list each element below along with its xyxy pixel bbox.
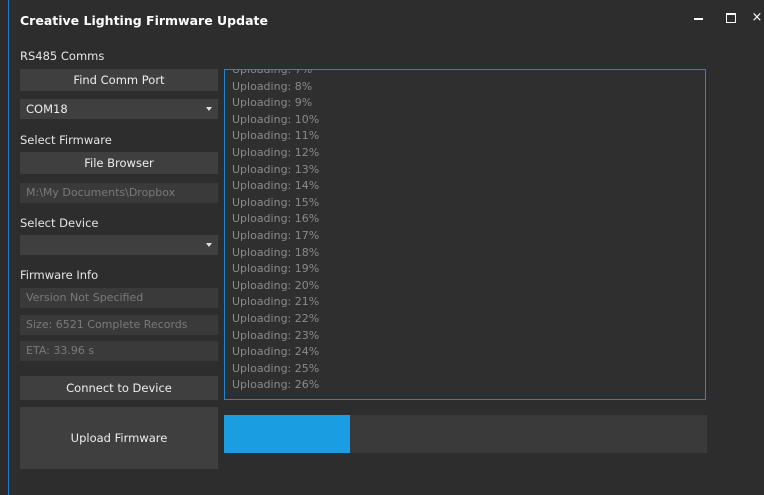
maximize-button[interactable] — [721, 8, 741, 28]
log-line: Uploading: 12% — [232, 145, 320, 159]
log-line: Uploading: 18% — [232, 245, 320, 259]
log-line: Uploading: 10% — [232, 112, 320, 126]
title-bar[interactable]: Creative Lighting Firmware Update × — [9, 0, 764, 44]
firmware-size-field: Size: 6521 Complete Records — [20, 315, 218, 335]
comm-port-select[interactable]: COM18 — [20, 99, 218, 119]
close-button[interactable]: × — [747, 8, 764, 28]
log-line: Uploading: 21% — [232, 295, 320, 309]
firmware-version-field: Version Not Specified — [20, 288, 218, 308]
app-window: Creative Lighting Firmware Update × RS48… — [8, 0, 764, 495]
minimize-button[interactable] — [689, 8, 709, 28]
log-line: Uploading: 20% — [232, 278, 320, 292]
log-line: Uploading: 7% — [232, 69, 313, 76]
upload-log[interactable]: Uploading: 7% Uploading: 8% Uploading: 9% U… — [224, 69, 706, 400]
progress-fill — [224, 415, 350, 453]
minimize-icon — [694, 18, 703, 20]
chevron-down-icon — [206, 243, 212, 247]
select-device-label: Select Device — [20, 216, 99, 230]
comm-port-value: COM18 — [26, 102, 68, 116]
log-line: Uploading: 22% — [232, 311, 320, 325]
log-line: Uploading: 16% — [232, 212, 320, 226]
log-line: Uploading: 17% — [232, 228, 320, 242]
log-line: Uploading: 14% — [232, 179, 320, 193]
firmware-path-field[interactable]: M:\My Documents\Dropbox — [20, 183, 218, 203]
log-line: Uploading: 23% — [232, 328, 320, 342]
window-title: Creative Lighting Firmware Update — [20, 13, 268, 28]
select-firmware-label: Select Firmware — [20, 133, 112, 147]
upload-progress-bar — [224, 415, 707, 453]
find-comm-port-button[interactable]: Find Comm Port — [20, 69, 218, 91]
log-list: Uploading: 7% Uploading: 8% Uploading: 9% U… — [225, 69, 705, 394]
log-line: Uploading: 8% — [232, 79, 313, 93]
log-line: Uploading: 15% — [232, 195, 320, 209]
connect-to-device-button[interactable]: Connect to Device — [20, 376, 218, 400]
log-line: Uploading: 9% — [232, 96, 313, 110]
eta-field: ETA: 33.96 s — [20, 341, 218, 361]
maximize-icon — [726, 13, 736, 23]
upload-firmware-button[interactable]: Upload Firmware — [20, 407, 218, 469]
log-line: Uploading: 26% — [232, 378, 320, 392]
firmware-info-label: Firmware Info — [20, 268, 99, 282]
log-line: Uploading: 19% — [232, 262, 320, 276]
log-line: Uploading: 24% — [232, 345, 320, 359]
file-browser-button[interactable]: File Browser — [20, 152, 218, 174]
chevron-down-icon — [206, 107, 212, 111]
rs485-comms-label: RS485 Comms — [20, 49, 105, 63]
log-line: Uploading: 11% — [232, 129, 320, 143]
log-line: Uploading: 13% — [232, 162, 320, 176]
device-select[interactable] — [20, 235, 218, 255]
log-line: Uploading: 25% — [232, 361, 320, 375]
